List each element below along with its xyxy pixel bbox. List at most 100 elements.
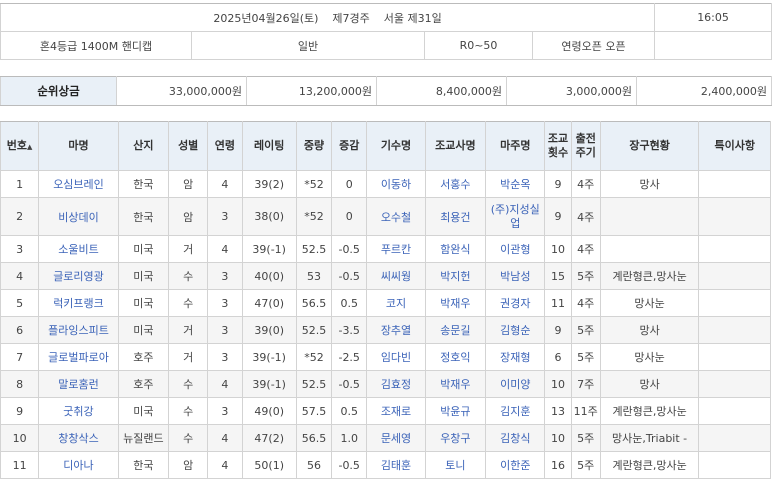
cell-owner[interactable]: (주)지성실업: [485, 197, 546, 236]
cell-trainer[interactable]: 토니: [424, 451, 487, 479]
cell-owner[interactable]: 박남성: [485, 262, 546, 290]
cell-owner[interactable]: 이한준: [485, 451, 546, 479]
cell-sex: 암: [168, 197, 209, 236]
race-rating: R0~50: [424, 31, 533, 60]
cell-training-count: 9: [544, 170, 572, 198]
cell-remarks: [698, 316, 771, 344]
cell-trainer[interactable]: 박윤규: [424, 397, 487, 425]
cell-jockey[interactable]: 씨씨웡: [366, 262, 426, 290]
cell-training-count: 16: [544, 451, 572, 479]
cell-jockey[interactable]: 조재로: [366, 397, 426, 425]
cell-jockey[interactable]: 임다빈: [366, 343, 426, 371]
cell-jockey[interactable]: 오수철: [366, 197, 426, 236]
cell-horse-name[interactable]: 플라잉스피트: [38, 316, 119, 344]
cell-rating: 38(0): [241, 197, 297, 236]
cell-weight-change: -0.5: [331, 235, 368, 263]
header-remarks[interactable]: 특이사항: [698, 121, 771, 171]
cell-trainer[interactable]: 최용건: [424, 197, 487, 236]
cell-age: 4: [207, 370, 243, 398]
prize-amount-1: 33,000,000원: [116, 76, 247, 106]
cell-owner[interactable]: 장재형: [485, 343, 546, 371]
cell-rating: 39(-1): [241, 235, 297, 263]
cell-trainer[interactable]: 박재우: [424, 370, 487, 398]
cell-weight: *52: [295, 343, 333, 371]
cell-horse-name[interactable]: 오심브레인: [38, 170, 119, 198]
header-weight-change[interactable]: 증감: [331, 121, 368, 171]
cell-horse-name[interactable]: 글로리영광: [38, 262, 119, 290]
cell-owner[interactable]: 박순옥: [485, 170, 546, 198]
cell-jockey[interactable]: 이동하: [366, 170, 426, 198]
cell-horse-name[interactable]: 소울비트: [38, 235, 119, 263]
cell-origin: 호주: [117, 343, 170, 371]
cell-horse-name[interactable]: 굿취강: [38, 397, 119, 425]
cell-owner[interactable]: 이미양: [485, 370, 546, 398]
cell-jockey[interactable]: 문세영: [366, 424, 426, 452]
prize-table: 순위상금 33,000,000원 13,200,000원 8,400,000원 …: [0, 76, 772, 106]
header-training-count[interactable]: 조교횟수: [544, 121, 572, 171]
cell-jockey[interactable]: 김효정: [366, 370, 426, 398]
cell-equipment: 망사: [599, 370, 700, 398]
header-owner[interactable]: 마주명: [485, 121, 546, 171]
cell-trainer[interactable]: 함완식: [424, 235, 487, 263]
cell-jockey[interactable]: 코지: [366, 289, 426, 317]
cell-weight-change: 0.5: [331, 397, 368, 425]
cell-jockey[interactable]: 김태훈: [366, 451, 426, 479]
cell-trainer[interactable]: 서홍수: [424, 170, 487, 198]
cell-remarks: [698, 170, 771, 198]
cell-trainer[interactable]: 박지헌: [424, 262, 487, 290]
cell-horse-name[interactable]: 말로홈런: [38, 370, 119, 398]
cell-race-interval: 4주: [570, 235, 601, 263]
cell-race-interval: 5주: [570, 451, 601, 479]
header-trainer[interactable]: 조교사명: [424, 121, 487, 171]
header-rating[interactable]: 레이팅: [241, 121, 297, 171]
cell-training-count: 10: [544, 370, 572, 398]
cell-owner[interactable]: 김형순: [485, 316, 546, 344]
header-jockey[interactable]: 기수명: [366, 121, 426, 171]
cell-jockey[interactable]: 장추열: [366, 316, 426, 344]
header-origin[interactable]: 산지: [117, 121, 170, 171]
cell-owner[interactable]: 김창식: [485, 424, 546, 452]
cell-horse-name[interactable]: 비상데이: [38, 197, 119, 236]
cell-equipment: [599, 235, 700, 263]
race-time: 16:05: [654, 3, 773, 32]
cell-training-count: 11: [544, 289, 572, 317]
cell-origin: 한국: [117, 197, 170, 236]
cell-remarks: [698, 370, 771, 398]
cell-owner[interactable]: 김지훈: [485, 397, 546, 425]
cell-horse-name[interactable]: 글로벌파로아: [38, 343, 119, 371]
table-row: 3 소울비트 미국 거 4 39(-1) 52.5 -0.5 푸르칸 함완식 이관형 10 4주: [0, 235, 771, 263]
cell-training-count: 9: [544, 197, 572, 236]
cell-trainer[interactable]: 박재우: [424, 289, 487, 317]
cell-horse-name[interactable]: 디아나: [38, 451, 119, 479]
cell-number: 9: [0, 397, 40, 425]
header-sex[interactable]: 성별: [168, 121, 209, 171]
cell-origin: 한국: [117, 170, 170, 198]
cell-trainer[interactable]: 우창구: [424, 424, 487, 452]
cell-weight: 56: [295, 451, 333, 479]
header-race-interval[interactable]: 출전주기: [570, 121, 601, 171]
cell-origin: 미국: [117, 316, 170, 344]
cell-horse-name[interactable]: 창창삭스: [38, 424, 119, 452]
cell-equipment: 망사눈,Triabit -: [599, 424, 700, 452]
cell-horse-name[interactable]: 럭키프랭크: [38, 289, 119, 317]
cell-training-count: 9: [544, 316, 572, 344]
cell-jockey[interactable]: 푸르칸: [366, 235, 426, 263]
cell-race-interval: 5주: [570, 316, 601, 344]
cell-remarks: [698, 197, 771, 236]
header-horse-name[interactable]: 마명: [38, 121, 119, 171]
cell-owner[interactable]: 권경자: [485, 289, 546, 317]
header-number[interactable]: 번호▲: [0, 121, 40, 171]
cell-trainer[interactable]: 송문길: [424, 316, 487, 344]
cell-training-count: 15: [544, 262, 572, 290]
cell-number: 1: [0, 170, 40, 198]
cell-weight: 56.5: [295, 289, 333, 317]
cell-owner[interactable]: 이관형: [485, 235, 546, 263]
header-weight[interactable]: 중량: [295, 121, 333, 171]
table-row: 4 글로리영광 미국 수 3 40(0) 53 -0.5 씨씨웡 박지헌 박남성 15 5주 계란형큰,망…: [0, 262, 771, 290]
header-age[interactable]: 연령: [207, 121, 243, 171]
cell-trainer[interactable]: 정호익: [424, 343, 487, 371]
cell-weight: *52: [295, 170, 333, 198]
cell-rating: 49(0): [241, 397, 297, 425]
cell-number: 5: [0, 289, 40, 317]
header-equipment[interactable]: 장구현황: [599, 121, 700, 171]
